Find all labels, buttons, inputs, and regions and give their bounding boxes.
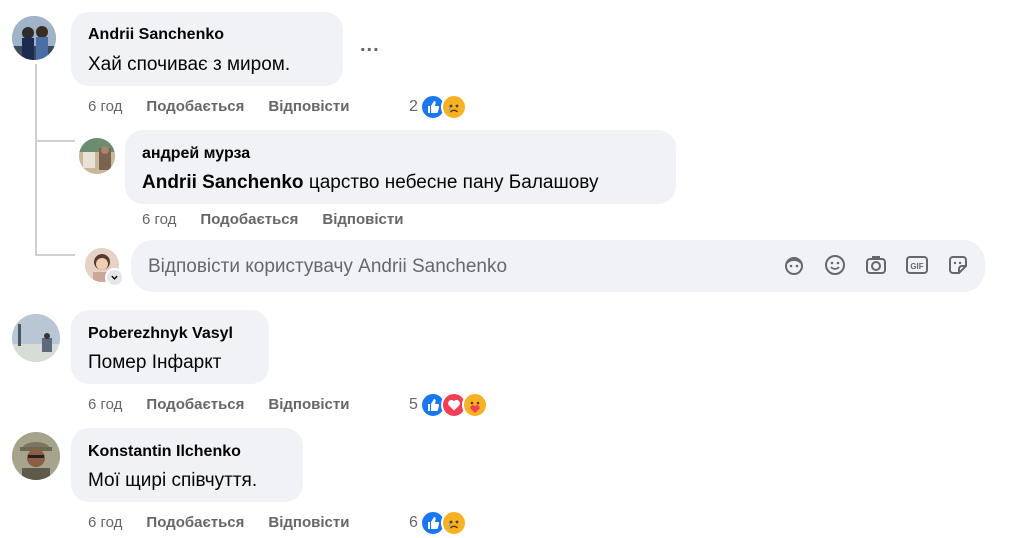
comment-text: Мої щирі співчуття.: [88, 470, 258, 491]
avatar[interactable]: [12, 314, 60, 362]
reaction-count: 2: [409, 98, 418, 115]
reply-input-placeholder: Відповісти користувачу Andrii Sanchenko: [148, 256, 508, 277]
comment-actions: 6 год Подобається Відповісти: [88, 98, 373, 115]
comment-author[interactable]: Konstantin Ilchenko: [88, 443, 241, 461]
reply-input[interactable]: Відповісти користувачу Andrii Sanchenko …: [131, 240, 985, 292]
thread-line-vertical: [35, 64, 37, 254]
care-icon: [461, 392, 488, 418]
reaction-summary[interactable]: 2: [409, 94, 467, 120]
reply-author[interactable]: андрей мурза: [142, 145, 250, 163]
comment-bubble: Poberezhnyk Vasyl Помер Інфаркт: [71, 310, 269, 384]
comment-bubble: Konstantin Ilchenko Мої щирі співчуття.: [71, 428, 303, 502]
reply-time[interactable]: 6 год: [142, 211, 176, 228]
comment-bubble: Andrii Sanchenko Хай спочиває з миром.: [71, 12, 343, 86]
like-button[interactable]: Подобається: [146, 98, 244, 115]
reply-actions: 6 год Подобається Відповісти: [142, 211, 427, 228]
comment-actions: 6 год Подобається Відповісти: [88, 396, 373, 413]
thread-line-branch-1: [35, 140, 75, 142]
svg-text:GIF: GIF: [910, 262, 923, 271]
reaction-summary[interactable]: 5: [409, 392, 488, 418]
avatar[interactable]: [12, 432, 60, 480]
reaction-summary[interactable]: 6: [409, 510, 467, 536]
comment-author[interactable]: Andrii Sanchenko: [88, 26, 224, 44]
comment-time[interactable]: 6 год: [88, 98, 122, 115]
comment-author[interactable]: Poberezhnyk Vasyl: [88, 325, 233, 343]
comment-text: Хай спочиває з миром.: [88, 54, 291, 75]
avatar[interactable]: [79, 138, 115, 174]
sad-icon: [440, 510, 467, 536]
reply-button[interactable]: Відповісти: [322, 211, 403, 228]
comment-time[interactable]: 6 год: [88, 396, 122, 413]
like-button[interactable]: Подобається: [146, 396, 244, 413]
sticker-icon[interactable]: [945, 252, 971, 278]
thread-line-branch-2: [35, 254, 75, 256]
avatar[interactable]: [12, 16, 56, 60]
reaction-count: 5: [409, 396, 418, 413]
comment-text: Помер Інфаркт: [88, 352, 222, 373]
avatar-sticker-icon[interactable]: [781, 252, 807, 278]
reply-text: Andrii Sanchenko царство небесне пану Ба…: [142, 172, 598, 194]
like-button[interactable]: Подобається: [146, 514, 244, 531]
gif-icon[interactable]: GIF: [904, 252, 930, 278]
reply-bubble: андрей мурза Andrii Sanchenko царство не…: [125, 130, 676, 204]
comment-actions: 6 год Подобається Відповісти: [88, 514, 373, 531]
current-user-avatar[interactable]: [85, 248, 124, 287]
camera-icon[interactable]: [863, 252, 889, 278]
reply-button[interactable]: Відповісти: [268, 514, 349, 531]
comment-time[interactable]: 6 год: [88, 514, 122, 531]
reaction-count: 6: [409, 514, 418, 531]
reply-text-body: царство небесне пану Балашову: [308, 172, 599, 193]
chevron-down-icon[interactable]: [105, 268, 124, 287]
emoji-icon[interactable]: [822, 252, 848, 278]
like-button[interactable]: Подобається: [200, 211, 298, 228]
mention-link[interactable]: Andrii Sanchenko: [142, 172, 304, 193]
sad-icon: [440, 94, 467, 120]
reply-button[interactable]: Відповісти: [268, 98, 349, 115]
more-options-icon[interactable]: ...: [360, 34, 380, 57]
reply-button[interactable]: Відповісти: [268, 396, 349, 413]
